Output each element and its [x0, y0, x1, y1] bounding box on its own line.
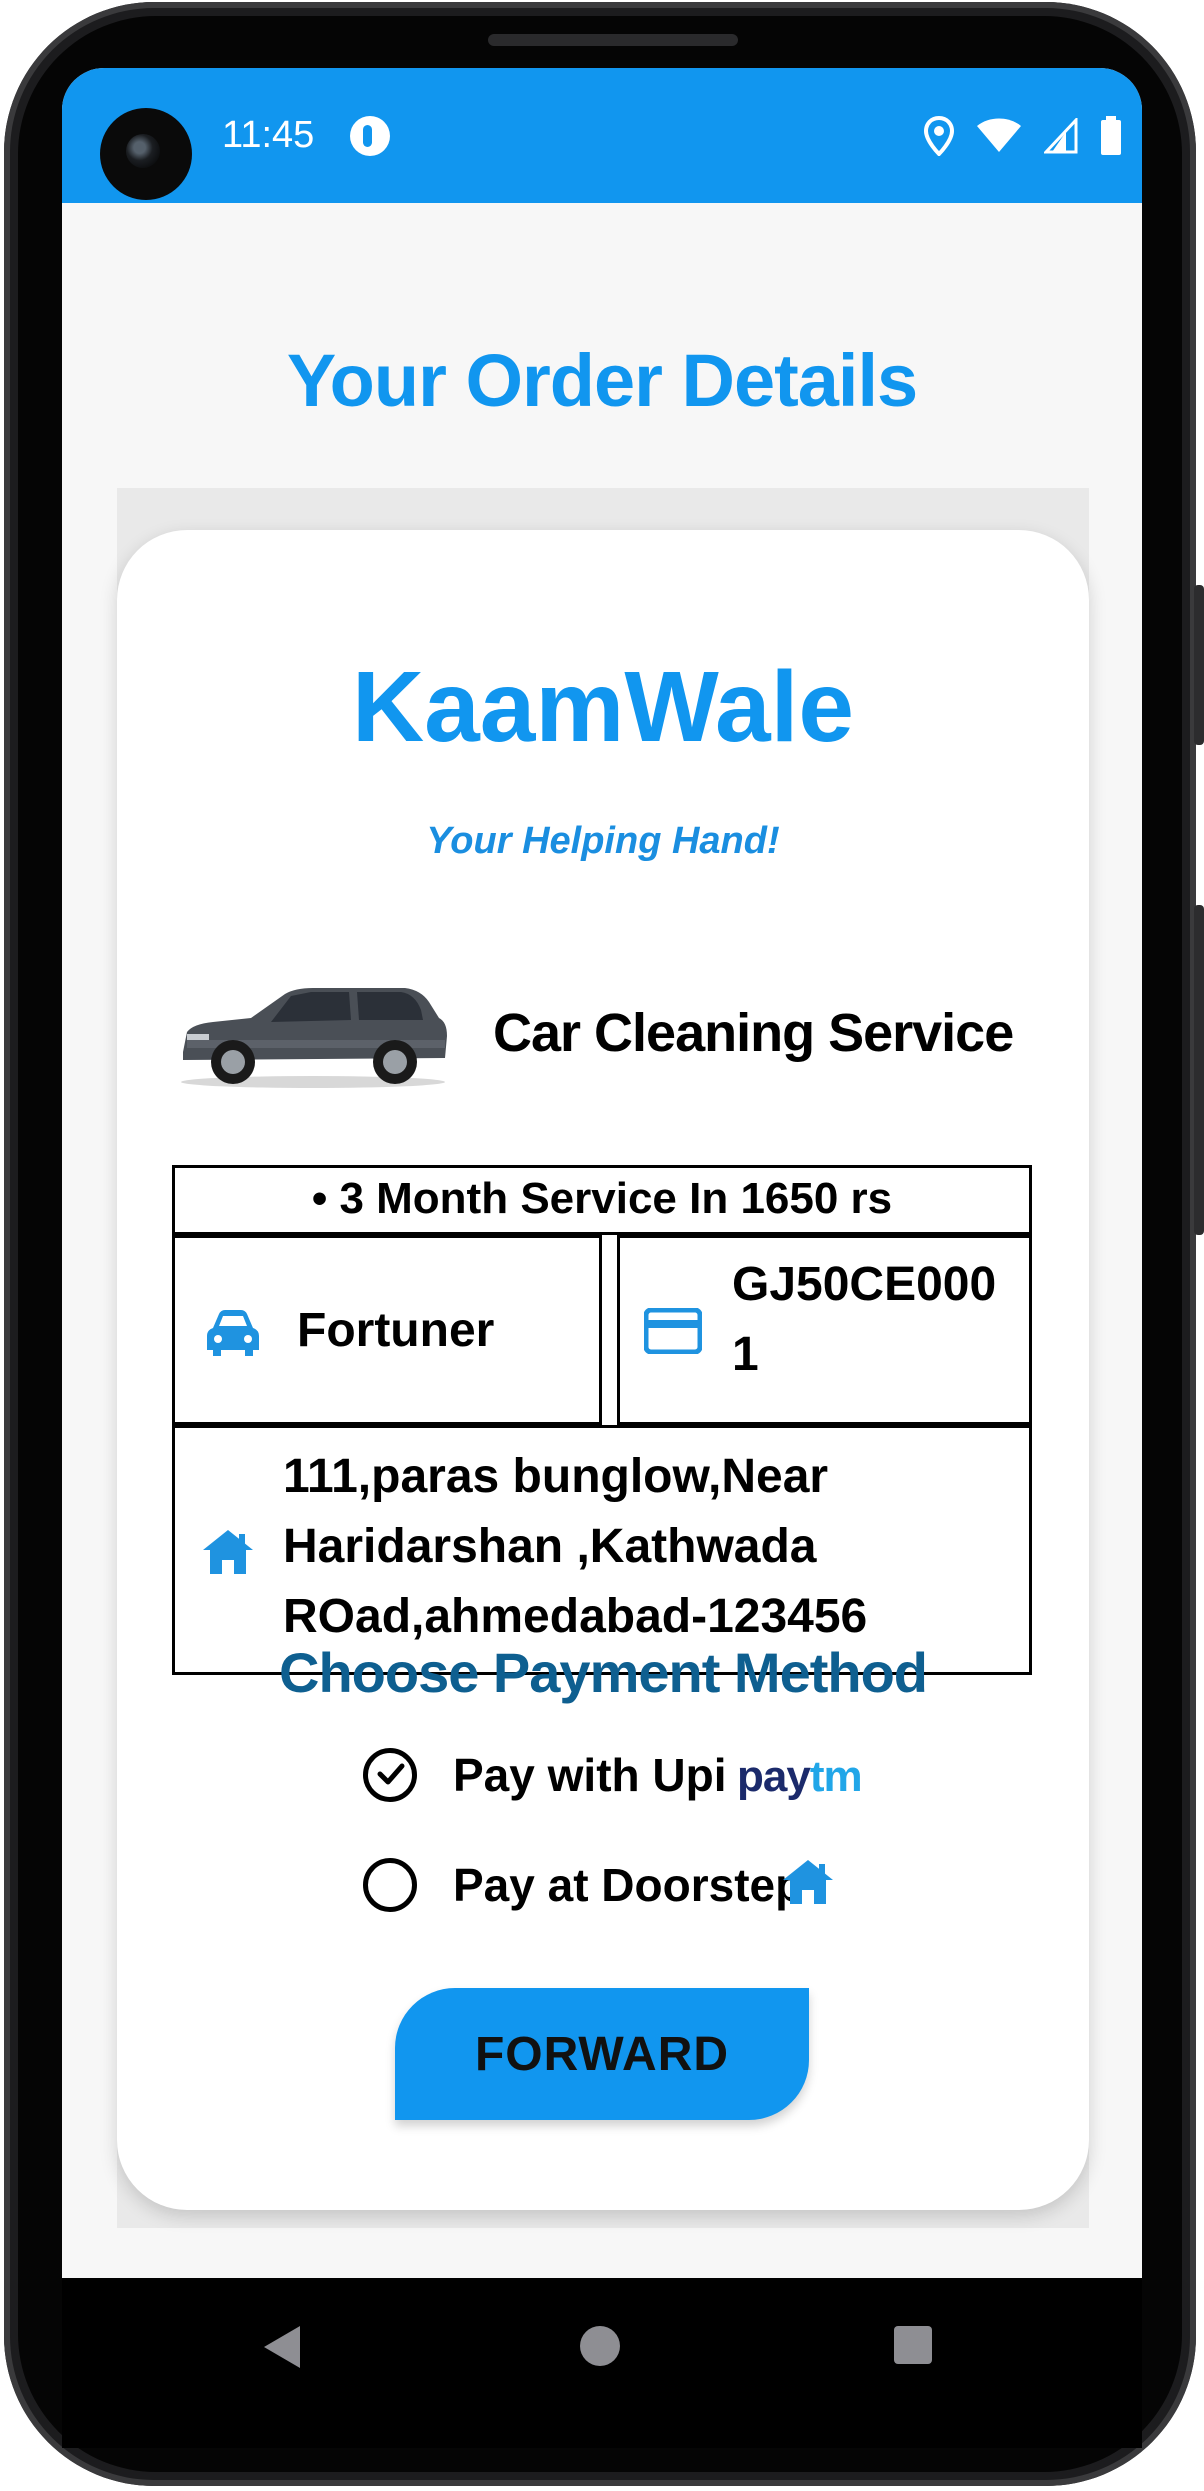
forward-button[interactable]: FORWARD	[395, 1988, 809, 2120]
doorstep-label: Pay at Doorstep	[453, 1859, 804, 1911]
plate-cell: GJ50CE000 1	[617, 1235, 1032, 1425]
service-row: Car Cleaning Service	[173, 960, 1033, 1110]
vehicle-cell: Fortuner	[172, 1235, 602, 1425]
status-icons	[924, 112, 1122, 160]
battery-icon	[1100, 116, 1122, 156]
plate-number-line-2: 1	[732, 1328, 759, 1381]
back-icon[interactable]	[262, 2324, 302, 2370]
status-bar: 11:45	[62, 68, 1142, 203]
volume-button	[1194, 905, 1204, 1235]
home-icon	[203, 1530, 253, 1574]
power-button	[1194, 585, 1204, 745]
doorstep-radio[interactable]	[363, 1858, 417, 1912]
service-name: Car Cleaning Service	[493, 1003, 1014, 1063]
address-line-1: 111,paras bunglow,Near	[283, 1450, 829, 1503]
recents-icon[interactable]	[892, 2324, 934, 2366]
address-line-2: Haridarshan ,Kathwada	[283, 1520, 817, 1573]
paytm-logo: paytm	[737, 1752, 863, 1801]
signal-icon	[1044, 118, 1078, 154]
page-title: Your Order Details	[286, 339, 918, 422]
plan-cell: • 3 Month Service In 1650 rs	[172, 1165, 1032, 1235]
address-cell: 111,paras bunglow,Near Haridarshan ,Kath…	[172, 1425, 1032, 1675]
vehicle-model: Fortuner	[297, 1304, 495, 1357]
upi-label: Pay with Upi	[453, 1749, 727, 1801]
wifi-icon	[976, 118, 1022, 154]
brand-tagline: Your Helping Hand!	[426, 820, 780, 862]
phone-frame: 11:45 Your Order Details KaamWale Your H…	[0, 0, 1204, 2491]
front-camera	[100, 108, 192, 200]
status-time: 11:45	[222, 114, 315, 156]
location-icon	[924, 116, 954, 156]
upi-radio[interactable]	[363, 1748, 417, 1802]
plate-number-line-1: GJ50CE000	[732, 1258, 997, 1311]
home-nav-icon[interactable]	[578, 2324, 622, 2368]
card-icon	[644, 1308, 702, 1354]
home-icon	[783, 1860, 833, 1904]
pay-at-doorstep-option[interactable]: Pay at Doorstep	[363, 1850, 923, 1920]
car-image	[181, 988, 447, 1088]
pay-with-upi-option[interactable]: Pay with Upi paytm	[363, 1740, 923, 1810]
car-icon	[207, 1310, 259, 1356]
checkmark-icon	[377, 1763, 405, 1785]
screen: 11:45 Your Order Details KaamWale Your H…	[62, 68, 1142, 2278]
notification-app-icon	[350, 116, 390, 156]
order-card: KaamWale Your Helping Hand! Car Cleaning…	[117, 530, 1089, 2210]
brand-name: KaamWale	[351, 651, 855, 763]
camera-lens	[126, 134, 160, 168]
navigation-bar	[62, 2278, 1142, 2448]
payment-method-title: Choose Payment Method	[279, 1641, 928, 1704]
speaker-grill	[488, 34, 738, 46]
